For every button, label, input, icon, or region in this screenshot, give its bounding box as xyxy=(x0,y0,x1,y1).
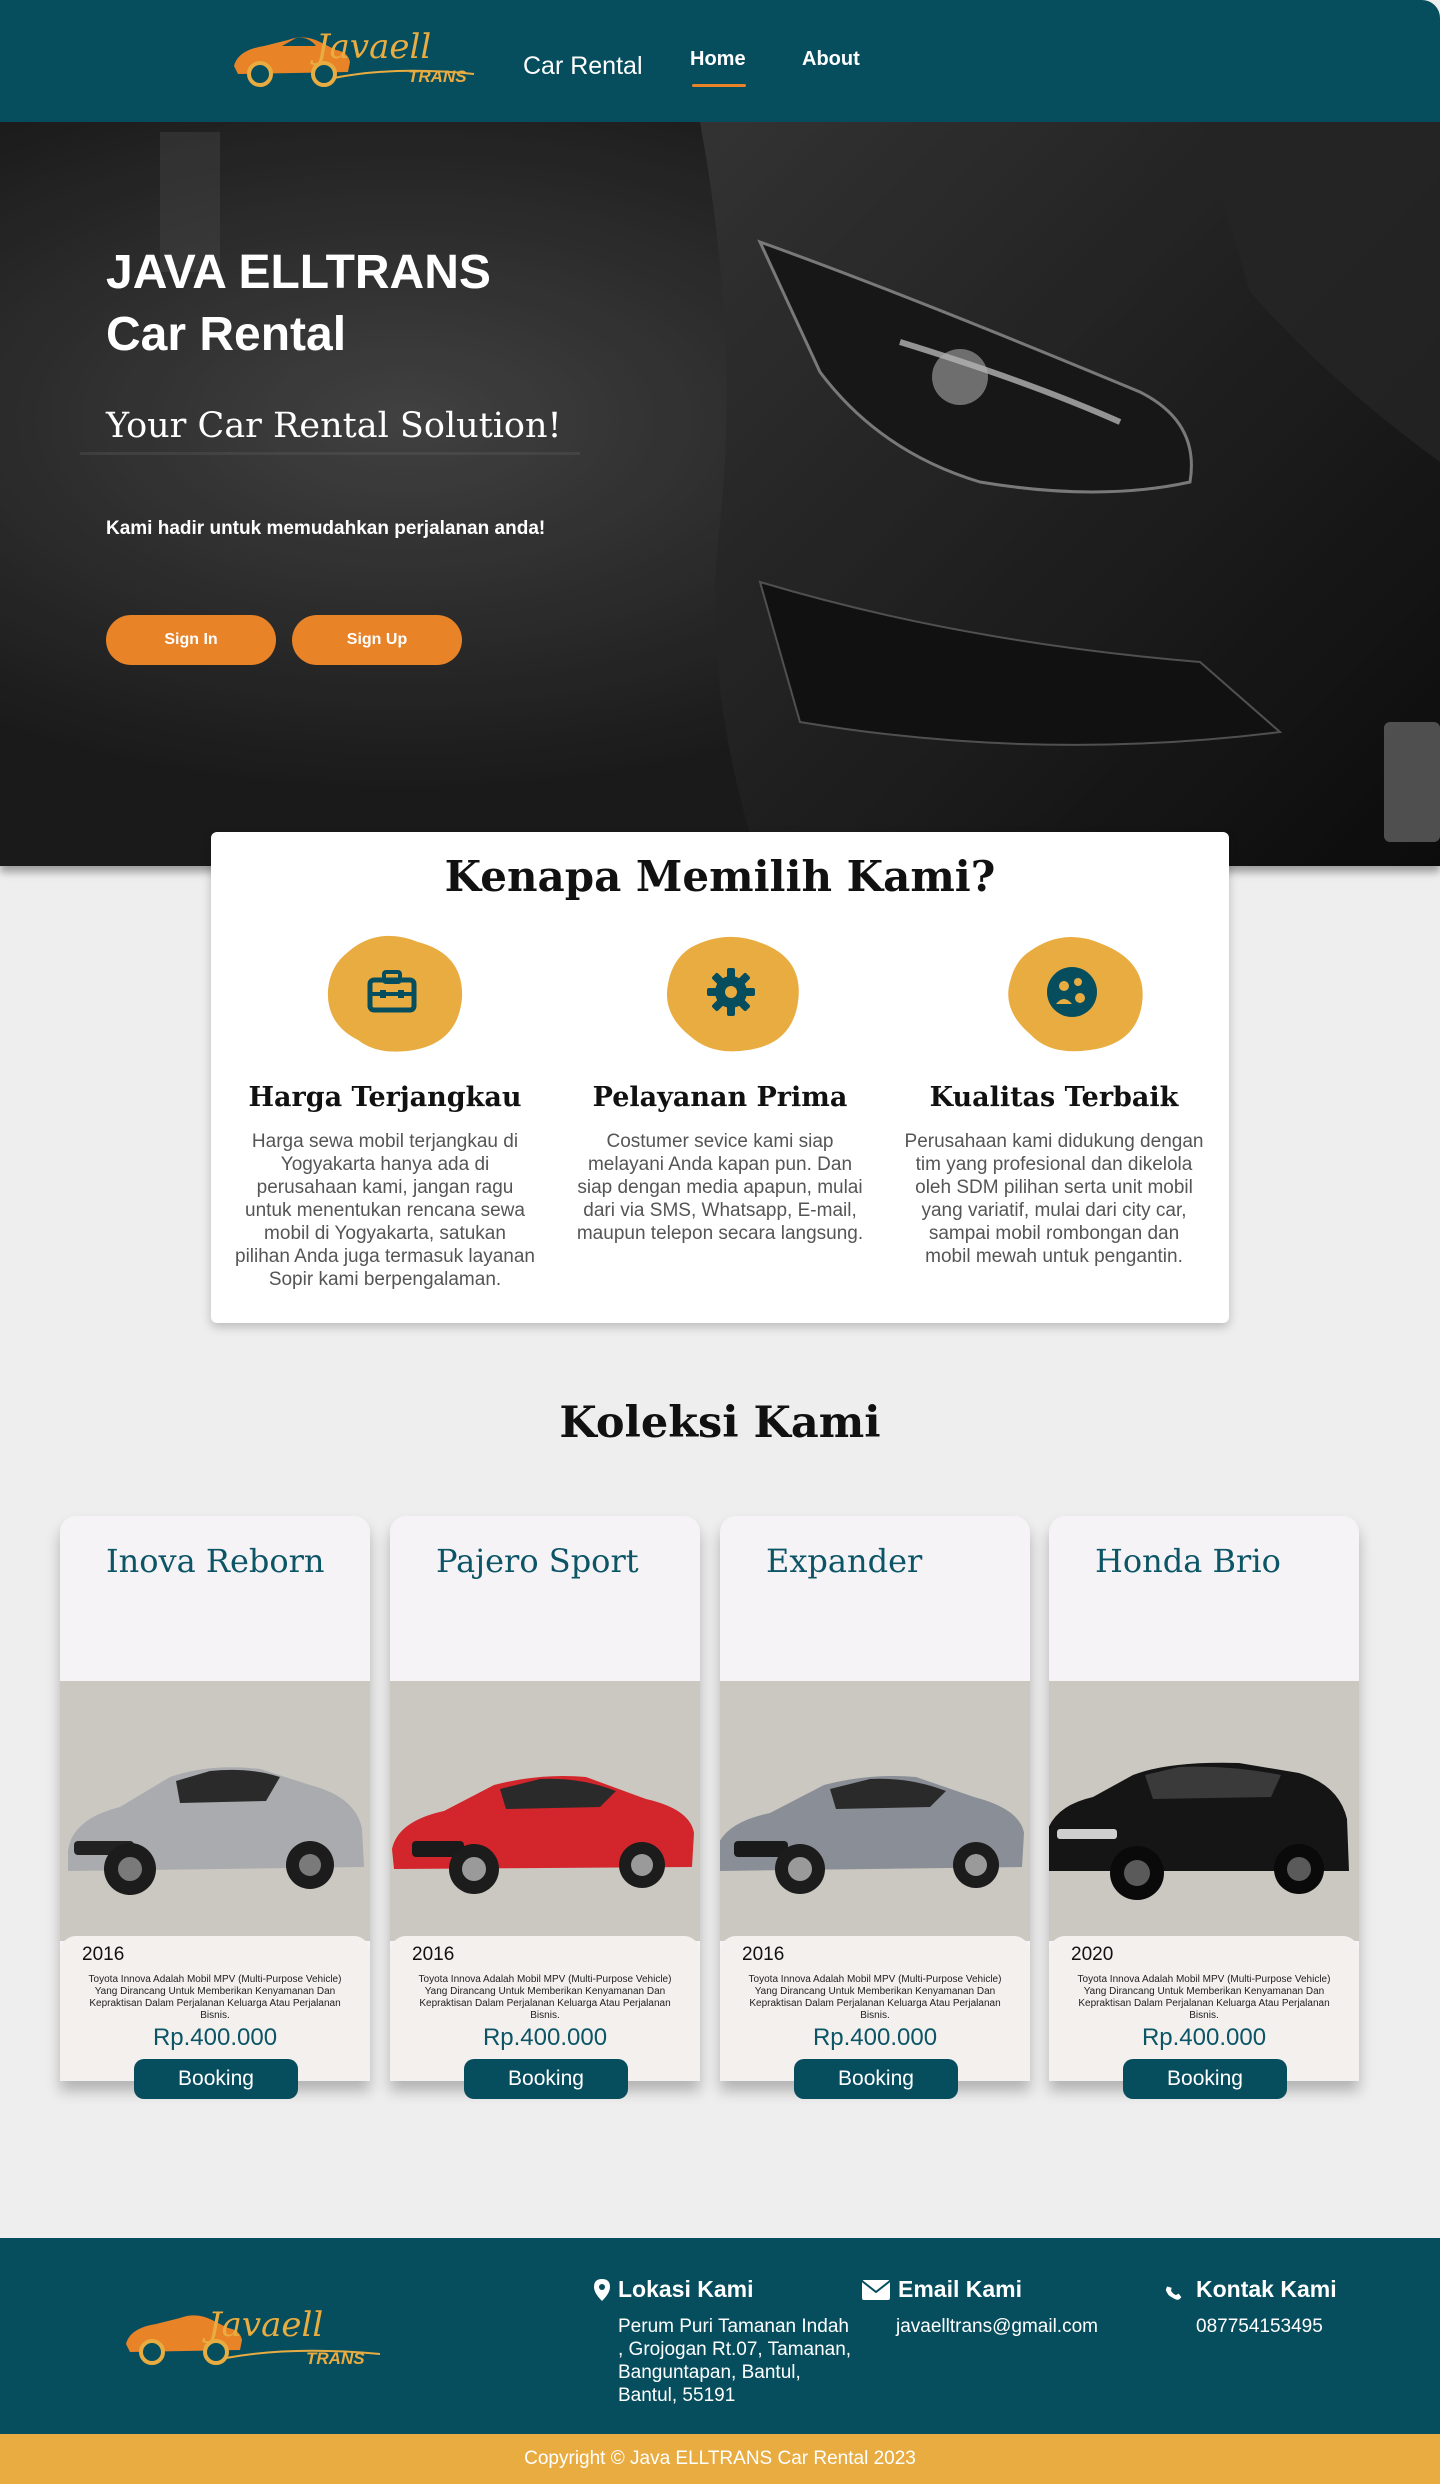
footer-email: Email Kami javaelltrans@gmail.com xyxy=(862,2276,1098,2338)
footer-location: Lokasi Kami Perum Puri Tamanan Indah , G… xyxy=(594,2276,854,2407)
feature-title: Kualitas Terbaik xyxy=(929,1082,1179,1113)
copyright-text: Copyright © Java ELLTRANS Car Rental 202… xyxy=(524,2448,916,2469)
car-year: 2020 xyxy=(1071,1944,1114,1965)
car-photo xyxy=(1049,1681,1359,1941)
booking-button[interactable]: Booking xyxy=(1123,2059,1287,2099)
top-navbar: Javaell TRANS Car Rental Home About xyxy=(0,0,1440,122)
car-description: Toyota Innova Adalah Mobil MPV (Multi-Pu… xyxy=(748,1974,1002,2021)
briefcase-icon xyxy=(367,970,417,1013)
why-choose-us-card: Kenapa Memilih Kami? Harga Terjangkau Ha… xyxy=(211,832,1229,1323)
location-pin-icon xyxy=(594,2278,610,2301)
collection-title: Koleksi Kami xyxy=(559,1398,881,1448)
car-year: 2016 xyxy=(412,1944,455,1965)
hero-subtitle: Your Car Rental Solution! xyxy=(106,406,562,446)
hero-title-line2: Car Rental xyxy=(106,308,347,361)
car-photo xyxy=(390,1681,700,1941)
car-card-expander: Expander 2016 Toyota Innova Adalah Mobil… xyxy=(720,1516,1030,2099)
booking-button[interactable]: Booking xyxy=(794,2059,958,2099)
feature-title: Pelayanan Prima xyxy=(592,1082,848,1113)
car-card-inova-reborn: Inova Reborn 2016 Toyota Innova Adalah M… xyxy=(60,1516,370,2099)
car-photo xyxy=(720,1681,1030,1941)
car-card-honda-brio: Honda Brio 2020 Toyota Innova Adalah Mob… xyxy=(1049,1516,1359,2099)
feature-description: Costumer sevice kami siap melayani Anda … xyxy=(576,1131,864,1244)
contact-phone[interactable]: 087754153495 xyxy=(1164,2315,1337,2338)
location-address: Perum Puri Tamanan Indah , Grojogan Rt.0… xyxy=(618,2316,852,2406)
car-price: Rp.400.000 xyxy=(152,2024,278,2051)
copyright-bar: Copyright © Java ELLTRANS Car Rental 202… xyxy=(0,2434,1440,2484)
svg-text:Javaell: Javaell xyxy=(202,2305,323,2345)
car-image xyxy=(392,1776,694,1894)
hero-car-image xyxy=(0,122,1440,866)
feature-description: Perusahaan kami didukung dengan tim yang… xyxy=(904,1131,1204,1267)
car-image xyxy=(68,1767,364,1895)
sign-up-button[interactable]: Sign Up xyxy=(292,615,462,665)
phone-icon xyxy=(1165,2285,1182,2300)
car-image xyxy=(1049,1762,1349,1900)
hero-section: JAVA ELLTRANS Car Rental Your Car Rental… xyxy=(0,122,1440,866)
hero-title-line1: JAVA ELLTRANS xyxy=(106,246,491,299)
location-title: Lokasi Kami xyxy=(618,2276,754,2302)
car-image xyxy=(720,1776,1024,1894)
car-year: 2016 xyxy=(742,1944,785,1965)
envelope-icon xyxy=(862,2279,890,2300)
car-price: Rp.400.000 xyxy=(812,2024,938,2051)
car-year: 2016 xyxy=(82,1944,125,1965)
car-description: Toyota Innova Adalah Mobil MPV (Multi-Pu… xyxy=(1077,1974,1331,2021)
active-nav-indicator xyxy=(692,84,746,87)
booking-button[interactable]: Booking xyxy=(134,2059,298,2099)
feature-description: Harga sewa mobil terjangkau di Yogyakart… xyxy=(235,1131,535,1290)
gear-icon xyxy=(707,968,755,1016)
email-address[interactable]: javaelltrans@gmail.com xyxy=(862,2315,1098,2338)
footer-logo[interactable]: Javaell TRANS xyxy=(120,2298,400,2378)
why-title: Kenapa Memilih Kami? xyxy=(444,852,996,901)
team-icon xyxy=(1047,967,1097,1017)
email-title: Email Kami xyxy=(898,2276,1022,2302)
svg-text:Javaell: Javaell xyxy=(310,27,431,67)
brand-logo[interactable]: Javaell TRANS xyxy=(224,16,494,96)
contact-title: Kontak Kami xyxy=(1196,2276,1337,2302)
hero-title: JAVA ELLTRANS Car Rental xyxy=(106,242,491,366)
feature-title: Harga Terjangkau xyxy=(248,1082,522,1113)
car-name: Expander xyxy=(766,1542,923,1580)
hero-tagline: Kami hadir untuk memudahkan perjalanan a… xyxy=(106,518,546,539)
car-name: Pajero Sport xyxy=(436,1542,639,1580)
footer: Javaell TRANS Lokasi Kami Perum Puri Tam… xyxy=(0,2238,1440,2434)
car-name: Honda Brio xyxy=(1095,1542,1281,1580)
car-price: Rp.400.000 xyxy=(482,2024,608,2051)
car-description: Toyota Innova Adalah Mobil MPV (Multi-Pu… xyxy=(418,1974,672,2021)
footer-contact: Kontak Kami 087754153495 xyxy=(1164,2276,1337,2338)
car-description: Toyota Innova Adalah Mobil MPV (Multi-Pu… xyxy=(88,1974,342,2021)
brand-name: Car Rental xyxy=(523,52,643,80)
nav-home-link[interactable]: Home xyxy=(690,48,746,71)
nav-about-link[interactable]: About xyxy=(802,48,860,71)
car-card-pajero-sport: Pajero Sport 2016 Toyota Innova Adalah M… xyxy=(390,1516,700,2099)
sign-in-button[interactable]: Sign In xyxy=(106,615,276,665)
car-price: Rp.400.000 xyxy=(1141,2024,1267,2051)
car-photo xyxy=(60,1681,370,1941)
booking-button[interactable]: Booking xyxy=(464,2059,628,2099)
car-name: Inova Reborn xyxy=(106,1542,325,1580)
